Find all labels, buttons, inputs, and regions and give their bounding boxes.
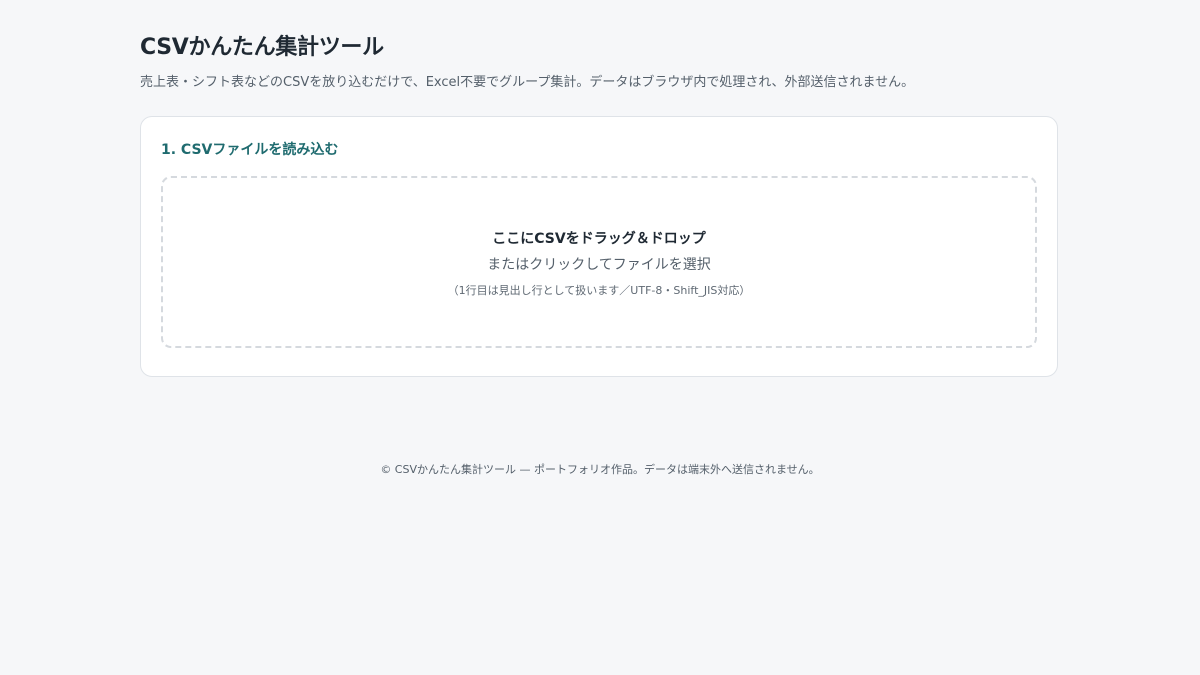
- dropzone-note: （1行目は見出し行として扱います／UTF-8・Shift_JIS対応）: [447, 284, 751, 297]
- csv-dropzone[interactable]: ここにCSVをドラッグ＆ドロップ またはクリックしてファイルを選択 （1行目は見…: [161, 176, 1037, 348]
- footer-text: © CSVかんたん集計ツール — ポートフォリオ作品。データは端末外へ送信されま…: [380, 463, 820, 476]
- page-title: CSVかんたん集計ツール: [140, 35, 384, 60]
- file-upload-card: 1. CSVファイルを読み込む ここにCSVをドラッグ＆ドロップ またはクリック…: [140, 116, 1058, 377]
- section-heading-load-csv: 1. CSVファイルを読み込む: [161, 142, 339, 158]
- page-container: CSVかんたん集計ツール 売上表・シフト表などのCSVを放り込むだけで、Exce…: [140, 0, 1060, 377]
- page-subtitle: 売上表・シフト表などのCSVを放り込むだけで、Excel不要でグループ集計。デー…: [140, 75, 915, 90]
- dropzone-secondary-text: またはクリックしてファイルを選択: [487, 257, 711, 273]
- dropzone-primary-text: ここにCSVをドラッグ＆ドロップ: [492, 231, 706, 247]
